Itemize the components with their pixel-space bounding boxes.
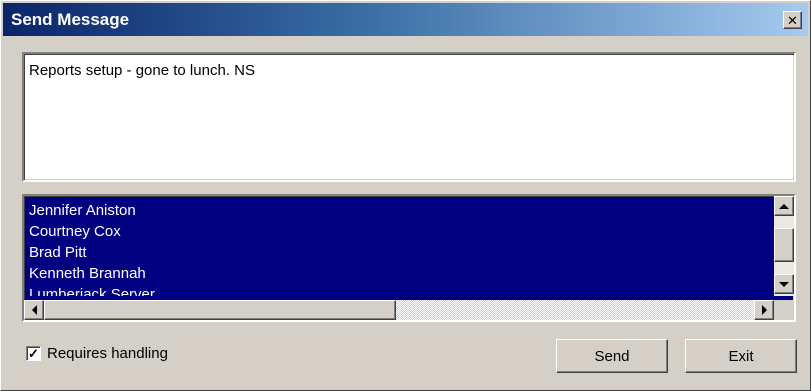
exit-button-label: Exit [728, 347, 754, 365]
recipient-list: Jennifer Aniston Courtney Cox Brad Pitt … [24, 200, 776, 296]
message-textarea[interactable]: Reports setup - gone to lunch. NS [22, 52, 796, 182]
horizontal-scrollbar[interactable] [24, 300, 774, 320]
window-title: Send Message [11, 10, 130, 29]
recipient-listbox[interactable]: Jennifer Aniston Courtney Cox Brad Pitt … [22, 194, 796, 322]
arrow-down-icon [779, 281, 789, 287]
send-button[interactable]: Send [556, 339, 668, 373]
scroll-corner [774, 300, 794, 320]
message-text: Reports setup - gone to lunch. NS [29, 62, 255, 79]
close-button[interactable]: ✕ [783, 11, 802, 29]
requires-handling-label: Requires handling [47, 344, 168, 362]
requires-handling-checkbox[interactable]: ✓ [26, 345, 41, 361]
arrow-up-icon [779, 203, 789, 209]
title-bar: Send Message ✕ [3, 3, 808, 36]
list-item[interactable]: Lumberjack Server [24, 284, 776, 296]
scroll-up-button[interactable] [774, 196, 794, 216]
list-item[interactable]: Courtney Cox [24, 221, 776, 242]
list-item[interactable]: Jennifer Aniston [24, 200, 776, 221]
vertical-scroll-thumb[interactable] [774, 228, 794, 262]
check-icon: ✓ [28, 345, 39, 361]
scroll-left-button[interactable] [24, 300, 44, 320]
vertical-scrollbar[interactable] [774, 196, 794, 296]
send-message-dialog: Send Message ✕ Reports setup - gone to l… [0, 0, 811, 391]
send-button-label: Send [594, 347, 630, 365]
list-item[interactable]: Brad Pitt [24, 242, 776, 263]
requires-handling-option[interactable]: ✓ Requires handling [26, 344, 168, 362]
list-item[interactable]: Kenneth Brannah [24, 263, 776, 284]
scroll-right-button[interactable] [754, 300, 774, 320]
scroll-down-button[interactable] [774, 274, 794, 294]
arrow-left-icon [31, 305, 37, 315]
exit-button[interactable]: Exit [685, 339, 797, 373]
close-icon: ✕ [787, 12, 798, 28]
horizontal-scroll-thumb[interactable] [44, 300, 396, 320]
arrow-right-icon [761, 305, 767, 315]
